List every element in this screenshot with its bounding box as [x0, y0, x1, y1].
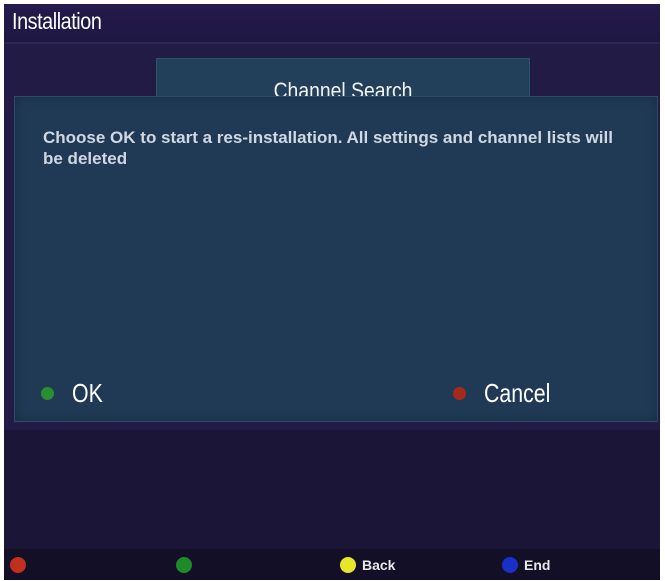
back-label: Back: [362, 557, 396, 573]
tv-screen: Installation Channel Search Choose OK to…: [4, 4, 660, 580]
remote-key-legend: Back End: [4, 549, 660, 580]
cancel-button[interactable]: Cancel: [453, 375, 565, 411]
footer-green-key[interactable]: [176, 555, 198, 575]
footer-end-key[interactable]: End: [502, 555, 550, 575]
ok-label: OK: [72, 377, 103, 408]
cancel-label: Cancel: [484, 377, 551, 408]
ok-button[interactable]: OK: [41, 375, 110, 411]
green-key-icon: [176, 557, 192, 573]
yellow-key-icon: [340, 557, 356, 573]
green-dot-icon: [41, 386, 54, 400]
footer-back-key[interactable]: Back: [340, 555, 395, 575]
blue-key-icon: [502, 557, 518, 573]
end-label: End: [524, 557, 551, 573]
red-dot-icon: [453, 386, 466, 400]
header-bar: Installation: [4, 4, 660, 44]
red-key-icon: [10, 557, 26, 573]
page-title: Installation: [12, 8, 102, 34]
dialog-message: Choose OK to start a res-installation. A…: [43, 128, 613, 168]
footer-red-key[interactable]: [10, 555, 32, 575]
confirm-dialog: Choose OK to start a res-installation. A…: [14, 96, 658, 422]
